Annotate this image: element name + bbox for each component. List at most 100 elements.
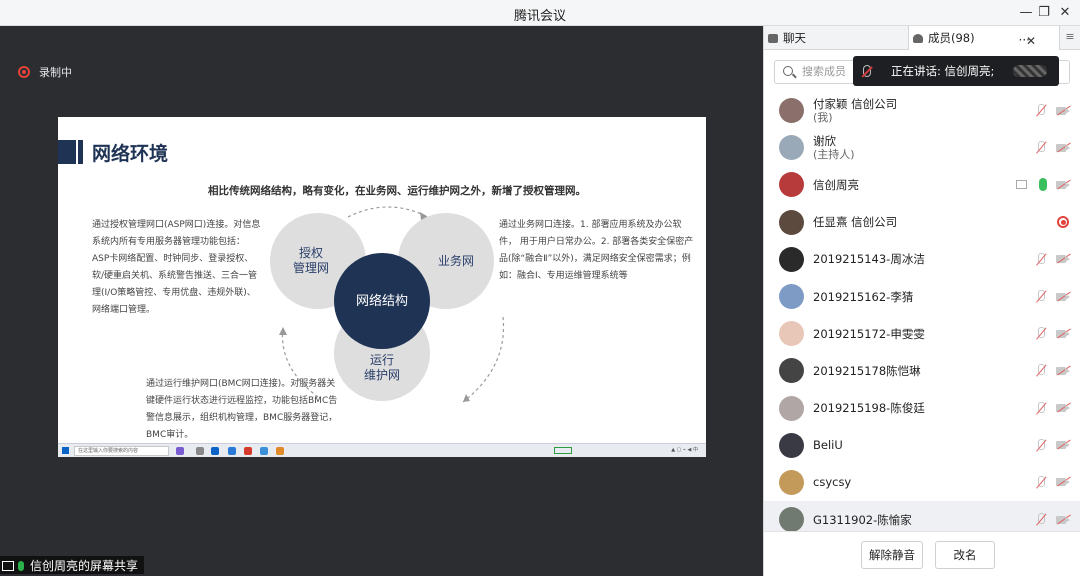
camera-off-icon[interactable]	[1056, 291, 1071, 302]
mic-muted-icon[interactable]	[1035, 401, 1047, 415]
tab-chat-label: 聊天	[783, 31, 806, 45]
camera-off-icon[interactable]	[1056, 402, 1071, 413]
mic-muted-icon[interactable]	[1035, 364, 1047, 377]
slide-title: 网络环境	[92, 143, 169, 165]
camera-off-icon[interactable]	[1056, 142, 1071, 153]
member-name: 2019215178陈恺琳	[813, 364, 921, 378]
camera-off-icon[interactable]	[1056, 514, 1071, 525]
screen-share-tag: 信创周亮的屏幕共享	[0, 556, 145, 574]
avatar	[779, 358, 804, 384]
mic-muted-icon[interactable]	[1035, 252, 1047, 266]
member-name-text: 任显熹 信创公司	[813, 215, 898, 230]
taskbar-app-icon	[196, 447, 204, 455]
record-icon	[18, 66, 30, 78]
camera-off-icon[interactable]	[1056, 365, 1071, 376]
close-panel-icon[interactable]: ✕	[1026, 29, 1036, 53]
taskbar-app-icon	[276, 447, 284, 455]
avatar	[779, 172, 804, 198]
close-window-icon[interactable]: ✕	[1054, 3, 1076, 23]
avatar	[779, 469, 804, 495]
avatar	[779, 284, 804, 310]
member-list: 付家颖 信创公司 (我) 谢欣 (主持人) 信创周亮任显熹 信创公司 2019215143…	[764, 92, 1080, 539]
slide-subtitle: 相比传统网络结构，略有变化，在业务网、运行维护网之外，新增了授权管理网。	[208, 185, 586, 197]
member-name-text: 2019215143-周冰洁	[813, 252, 925, 267]
member-row[interactable]: 任显熹 信创公司	[764, 204, 1080, 241]
member-row[interactable]: 付家颖 信创公司 (我)	[764, 92, 1080, 129]
menu-icon[interactable]: ≡	[1064, 30, 1076, 44]
member-name: csycsy	[813, 475, 851, 489]
screen-share-label: 信创周亮的屏幕共享	[30, 559, 139, 573]
member-role: (我)	[813, 110, 833, 124]
tab-chat[interactable]: 聊天	[768, 26, 908, 50]
mic-muted-icon[interactable]	[1035, 475, 1047, 489]
taskbar-app-icon	[176, 447, 184, 455]
speaking-label: 正在讲话: 信创周亮;	[891, 64, 995, 78]
member-name: 付家颖 信创公司 (我)	[813, 97, 897, 125]
member-name-text: BeliU	[813, 438, 843, 453]
member-name-text: 2019215172-申雯雯	[813, 326, 925, 341]
member-row[interactable]: 2019215172-申雯雯	[764, 315, 1080, 352]
member-role: (主持人)	[813, 147, 855, 161]
avatar	[779, 209, 804, 235]
restore-icon[interactable]: ❐	[1033, 3, 1055, 23]
unmute-button[interactable]: 解除静音	[861, 541, 923, 569]
member-name: 2019215162-李猜	[813, 290, 913, 304]
member-row[interactable]: 信创周亮	[764, 166, 1080, 203]
speaking-toast: 正在讲话: 信创周亮;	[853, 56, 1059, 86]
member-name: BeliU	[813, 438, 843, 452]
member-name-text: 2019215162-李猜	[813, 289, 914, 304]
windows-start-icon	[62, 447, 69, 454]
camera-off-icon[interactable]	[1056, 253, 1071, 265]
battery-icon	[554, 447, 572, 454]
person-icon	[913, 34, 923, 43]
mic-muted-icon[interactable]	[1035, 290, 1047, 303]
mic-muted-icon[interactable]	[1035, 513, 1047, 526]
title-bar: 腾讯会议 — ❐ ✕	[0, 0, 1080, 26]
member-row[interactable]: 谢欣 (主持人)	[764, 129, 1080, 166]
shared-slide: 网络环境 相比传统网络结构，略有变化，在业务网、运行维护网之外，新增了授权管理网…	[58, 117, 706, 457]
member-name: 信创周亮	[813, 178, 859, 192]
mic-muted-icon[interactable]	[1035, 327, 1047, 340]
tab-members[interactable]: 成员(98) ··· ✕	[908, 26, 1060, 50]
member-row[interactable]: BeliU	[764, 427, 1080, 464]
auth-network-text: 通过授权管理网口(ASP网口)连接。对信息系统内所有专用服务器管理功能包括：AS…	[92, 220, 261, 315]
member-name: G1311902-陈愉家	[813, 513, 912, 527]
taskbar-app-icon	[260, 447, 268, 455]
avatar	[779, 135, 804, 161]
member-name-text: 信创周亮	[813, 177, 859, 192]
member-name-text: 谢欣	[813, 133, 836, 148]
member-row[interactable]: 2019215198-陈俊廷	[764, 390, 1080, 427]
member-row[interactable]: 2019215162-李猜	[764, 278, 1080, 315]
speaker-avatar-blur	[1013, 65, 1047, 77]
title-accent-thin	[78, 140, 83, 164]
mic-muted-icon[interactable]	[1035, 141, 1047, 154]
panel-tabs: 聊天 成员(98) ··· ✕ ≡	[764, 26, 1080, 50]
record-icon	[1057, 216, 1069, 229]
shared-screen-area: 录制中 网络环境 相比传统网络结构，略有变化，在业务网、运行维护网之外，新增了授…	[0, 26, 763, 576]
rename-button[interactable]: 改名	[935, 541, 995, 569]
avatar	[779, 321, 804, 347]
member-row[interactable]: 2019215143-周冰洁	[764, 241, 1080, 278]
camera-off-icon[interactable]	[1056, 179, 1071, 190]
window-title: 腾讯会议	[513, 9, 566, 24]
member-row[interactable]: 2019215178陈恺琳	[764, 352, 1080, 389]
avatar	[779, 98, 804, 124]
member-row[interactable]: csycsy	[764, 464, 1080, 501]
mic-muted-icon[interactable]	[1035, 104, 1047, 117]
camera-off-icon[interactable]	[1056, 105, 1071, 116]
camera-off-icon[interactable]	[1056, 476, 1071, 488]
mic-muted-icon	[863, 65, 871, 77]
camera-off-icon[interactable]	[1056, 328, 1071, 339]
wps-icon	[244, 447, 252, 455]
core-network-circle: 网络结构	[334, 253, 430, 349]
mic-active-icon	[18, 560, 24, 571]
member-name-text: 付家颖 信创公司	[813, 96, 898, 111]
mic-active-icon[interactable]	[1039, 178, 1047, 192]
mic-muted-icon[interactable]	[1035, 438, 1047, 452]
member-name: 2019215198-陈俊廷	[813, 401, 925, 415]
screen-share-icon	[1016, 180, 1027, 190]
camera-off-icon[interactable]	[1056, 439, 1071, 451]
recording-indicator[interactable]: 录制中	[18, 64, 72, 80]
remote-taskbar: 在这里输入你要搜索的内容 ▲ ▢ ⌁ ◀ 中	[58, 443, 706, 457]
search-icon	[783, 66, 793, 76]
